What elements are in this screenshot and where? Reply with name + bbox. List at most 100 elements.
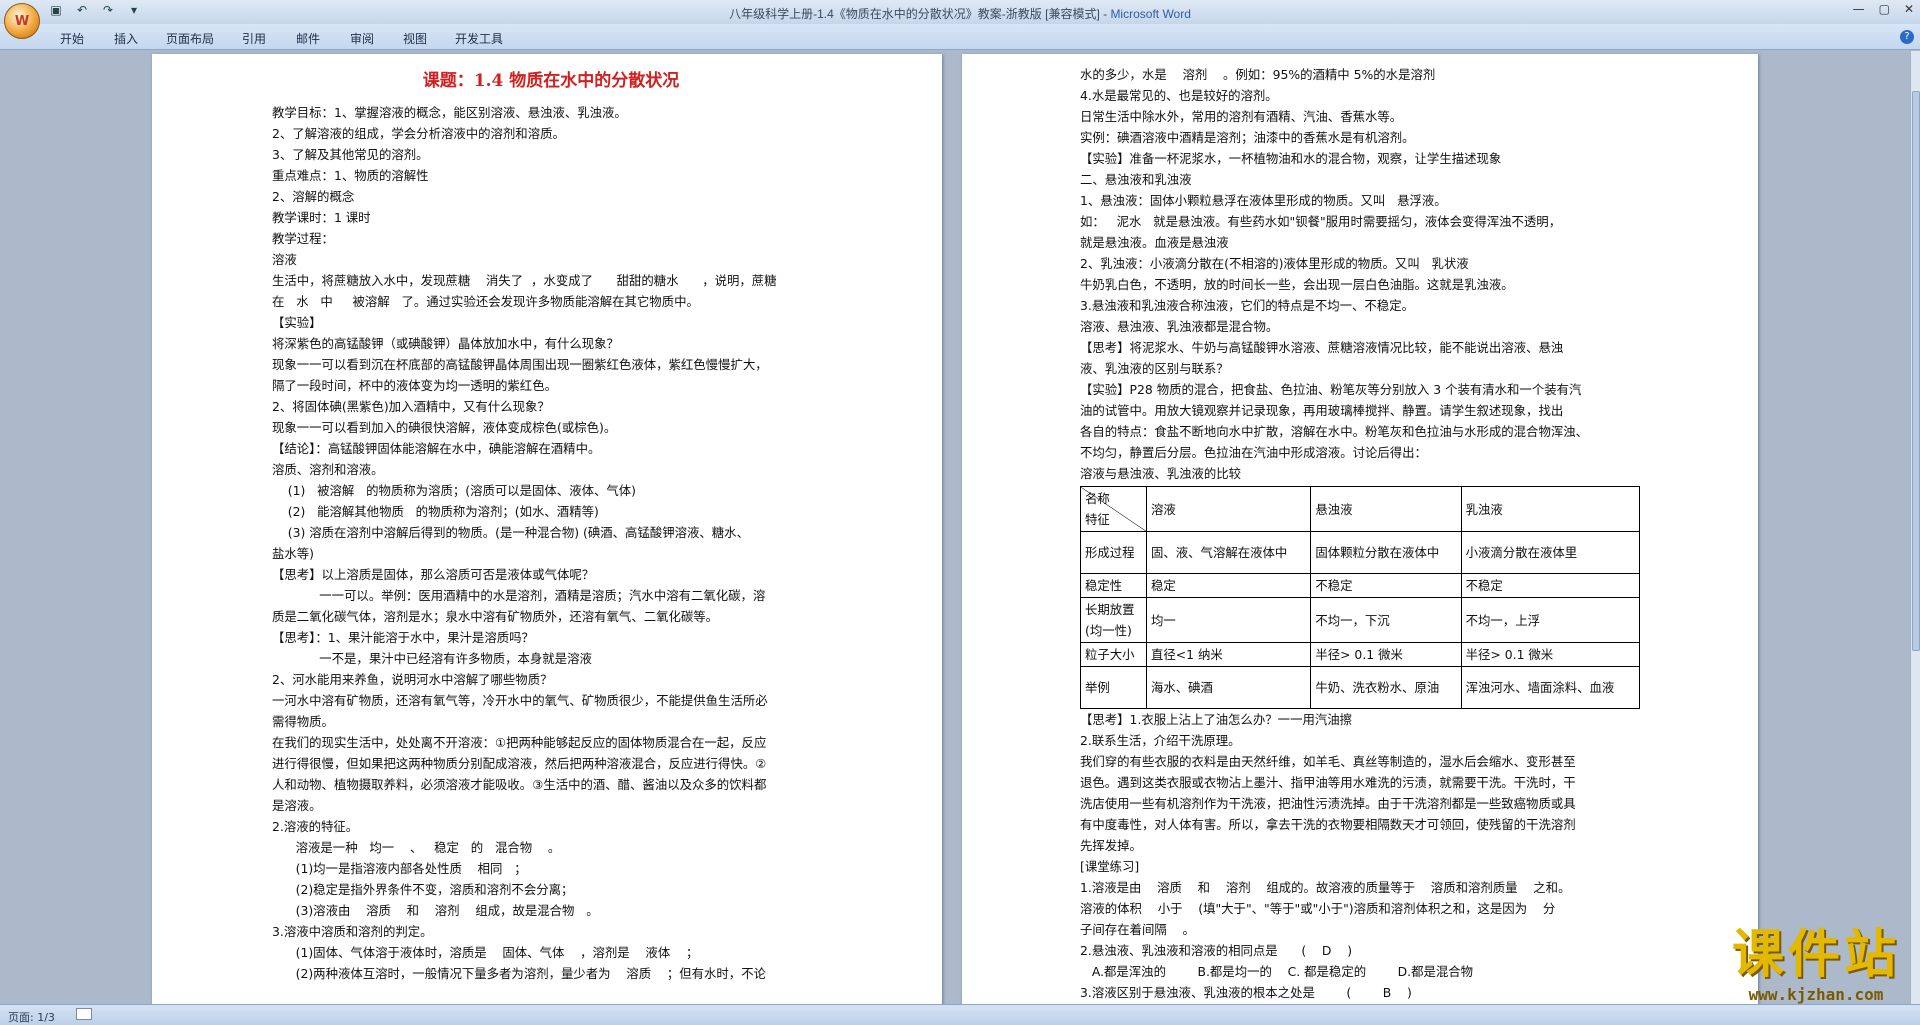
minimize-icon[interactable]: — [1853,2,1865,16]
text-line: 教学课时：1 课时 [272,210,371,225]
tab-view[interactable]: 视图 [403,30,427,47]
table-cell: 稳定 [1145,573,1312,598]
text-line: 2、溶解的概念 [272,189,355,204]
text-line: 不均匀，静置后分层。色拉油在汽油中形成溶液。讨论后得出： [1080,445,1427,460]
tab-insert[interactable]: 插入 [114,30,138,47]
text-line: 溶液与悬浊液、乳浊液的比较 [1080,466,1242,481]
text-line: 在我们的现实生活中，处处离不开溶液：①把两种能够起反应的固体物质混合在一起，反应 [272,735,767,750]
text-line: 需得物质。 [272,714,334,729]
corner-label-bottom: 特征 [1085,512,1110,527]
text-line: 溶液的体积 小于 (填"大于"、"等于"或"小于")溶质和溶剂体积之和，这是因为… [1080,901,1556,916]
text-line: 日常生活中除水外，常用的溶剂有酒精、汽油、香蕉水等。 [1080,109,1403,124]
ribbon-tabs: 开始 插入 页面布局 引用 邮件 审阅 视图 开发工具 [0,24,1920,50]
page-1-content: 课题：1.4 物质在水中的分散状况 教学目标：1、掌握溶液的概念，能区别溶液、悬… [272,64,830,984]
close-icon[interactable]: ✕ [1904,2,1914,16]
title-bar: 八年级科学上册-1.4《物质在水中的分散状况》教案-浙教版 [兼容模式] - M… [0,0,1920,24]
text-line: 我们穿的有些衣服的衣料是由天然纤维，如羊毛、真丝等制造的，湿水后会缩水、变形甚至 [1080,754,1576,769]
tab-developer[interactable]: 开发工具 [455,30,503,47]
table-header-row: 名称 特征 溶液 悬浊液 乳浊液 [1080,486,1641,532]
text-line: 水的多少，水是 溶剂 。例如：95%的酒精中 5%的水是溶剂 [1080,67,1436,82]
tab-references[interactable]: 引用 [242,30,266,47]
text-line: 现象一一可以看到加入的碘很快溶解，液体变成棕色(或棕色)。 [272,420,617,435]
text-line: 现象一一可以看到沉在杯底部的高锰酸钾晶体周围出现一圈紫红色液体，紫红色慢慢扩大， [272,357,768,372]
text-line: A.都是浑浊的 B.都是均一的 C. 都是稳定的 D.都是混合物 [1080,964,1474,979]
document-page-1[interactable]: 课题：1.4 物质在水中的分散状况 教学目标：1、掌握溶液的概念，能区别溶液、悬… [152,54,942,1005]
text-line: (1)均一是指溶液内部各处性质 相同 ； [272,861,527,876]
vertical-scrollbar[interactable] [1910,51,1920,1004]
page-counter[interactable]: 页面: 1/3 [8,1009,55,1025]
text-line: 油的试管中。用放大镜观察并记录现象，再用玻璃棒搅拌、静置。请学生叙述现象，找出 [1080,403,1564,418]
table-row-label: 举例 [1080,666,1147,709]
office-button[interactable]: W [4,3,40,39]
text-line: 一不是，果汁中已经溶有许多物质，本身就是溶液 [272,651,592,666]
quick-access-toolbar: ▣ ↶ ↷ ▾ [48,3,142,17]
table-cell: 不稳定 [1460,573,1641,598]
text-line: 【思考】以上溶质是固体，那么溶质可否是液体或气体呢？ [272,567,595,582]
table-row: 举例 海水、碘酒 牛奶、洗衣粉水、原油 浑浊河水、墙面涂料、血液 [1080,666,1641,709]
watermark-logo: 课件站 www.kjzhan.com [1732,925,1900,1004]
text-line: (3) 溶质在溶剂中溶解后得到的物质。(是一种混合物) (碘酒、高锰酸钾溶液、糖… [272,525,749,540]
document-title: 八年级科学上册-1.4《物质在水中的分散状况》教案-浙教版 [兼容模式] - [729,7,1111,21]
text-line: 2.溶液的特征。 [272,819,359,834]
text-line: 在 水 中 被溶解 了。通过实验还会发现许多物质能溶解在其它物质中。 [272,294,699,309]
text-line: 【结论】：高锰酸钾固体能溶解在水中，碘能溶解在酒精中。 [272,441,601,456]
window-controls: — ▢ ✕ [1853,2,1914,16]
text-line: 子间存在着间隔 。 [1080,922,1195,937]
tab-review[interactable]: 审阅 [350,30,374,47]
chevron-down-icon[interactable]: ▾ [126,3,142,17]
help-icon[interactable]: ? [1900,30,1914,44]
text-line: 【思考】：1、果汁能溶于水中，果汁是溶质吗？ [272,630,534,645]
table-row-label: 形成过程 [1080,531,1147,574]
comparison-table: 名称 特征 溶液 悬浊液 乳浊液 形成过程 固、液、气溶解在液体中 固体颗粒分散在液体中 小液滴… [1080,486,1641,709]
status-bar: 页面: 1/3 [0,1004,1920,1025]
text-line: 【实验】 [272,315,322,330]
table-cell: 半径> 0.1 微米 [1460,642,1641,667]
table-cell: 不均一，下沉 [1310,597,1462,643]
proofing-icon[interactable] [76,1008,92,1020]
text-line: 就是悬浊液。血液是悬浊液 [1080,235,1229,250]
scrollbar-thumb[interactable] [1912,91,1920,651]
text-line: 一一可以。举例：医用酒精中的水是溶剂，酒精是溶质；汽水中溶有二氧化碳，溶 [272,588,766,603]
text-line: 将深紫色的高锰酸钾（或碘酸钾）晶体放加水中，有什么现象？ [272,336,619,351]
text-line: 牛奶乳白色，不透明，放的时间长一些，会出现一层白色油脂。这就是乳浊液。 [1080,277,1514,292]
document-page-2[interactable]: 水的多少，水是 溶剂 。例如：95%的酒精中 5%的水是溶剂 4.水是最常见的、也… [962,54,1758,1005]
window-title: 八年级科学上册-1.4《物质在水中的分散状况》教案-浙教版 [兼容模式] - M… [0,5,1920,22]
save-icon[interactable]: ▣ [48,3,64,17]
table-header: 溶液 [1145,486,1312,532]
text-line: (1) 被溶解 的物质称为溶质；(溶质可以是固体、液体、气体) [272,483,636,498]
table-cell: 牛奶、洗衣粉水、原油 [1310,666,1462,709]
text-line: 质是二氧化碳气体，溶剂是水；泉水中溶有矿物质外，还溶有氧气、二氧化碳等。 [272,609,719,624]
table-cell: 固体颗粒分散在液体中 [1310,531,1462,574]
text-line: 有中度毒性，对人体有害。所以，拿去干洗的衣物要相隔数天才可领回，使残留的干洗溶剂 [1080,817,1576,832]
table-cell: 半径> 0.1 微米 [1310,642,1462,667]
table-row-label: 粒子大小 [1080,642,1147,667]
tab-page-layout[interactable]: 页面布局 [166,30,214,47]
corner-label-top: 名称 [1085,491,1110,506]
maximize-icon[interactable]: ▢ [1879,2,1890,16]
text-line: 隔了一段时间，杯中的液体变为均一透明的紫红色。 [272,378,557,393]
text-line: 液、乳浊液的区别与联系？ [1080,361,1229,376]
text-line: 1.溶液是由 溶质 和 溶剂 组成的。故溶液的质量等于 溶质和溶剂质量 之和。 [1080,880,1571,895]
table-cell: 小液滴分散在液体里 [1460,531,1641,574]
text-line: 溶液、悬浊液、乳浊液都是混合物。 [1080,319,1279,334]
text-line: 盐水等) [272,546,315,561]
redo-icon[interactable]: ↷ [100,3,116,17]
text-line: 2、乳浊液：小液滴分散在(不相溶的)液体里形成的物质。又叫 乳状液 [1080,256,1469,271]
text-line: 教学目标：1、掌握溶液的概念，能区别溶液、悬浊液、乳浊液。 [272,105,627,120]
text-line: 教学过程： [272,231,334,246]
tab-mailings[interactable]: 邮件 [296,30,320,47]
tab-home[interactable]: 开始 [60,30,84,47]
table-header: 悬浊液 [1310,486,1462,532]
app-name: Microsoft Word [1110,7,1191,21]
text-line: 【实验】P28 物质的混合，把食盐、色拉油、粉笔灰等分别放入 3 个装有清水和一… [1080,382,1582,397]
table-row-label: 长期放置(均一性) [1080,597,1147,643]
text-line: 洗店使用一些有机溶剂作为干洗液，把油性污渍洗掉。由于干洗溶剂都是一些致癌物质或具 [1080,796,1576,811]
text-line: 2、河水能用来养鱼，说明河水中溶解了哪些物质？ [272,672,553,687]
text-line: 是溶液。 [272,798,322,813]
text-line: 3、了解及其他常见的溶剂。 [272,147,429,162]
undo-icon[interactable]: ↶ [74,3,90,17]
table-cell: 不均一，上浮 [1460,597,1641,643]
table-cell: 浑浊河水、墙面涂料、血液 [1460,666,1641,709]
lesson-title: 课题：1.4 物质在水中的分散状况 [422,71,680,91]
office-logo: W [14,13,30,29]
